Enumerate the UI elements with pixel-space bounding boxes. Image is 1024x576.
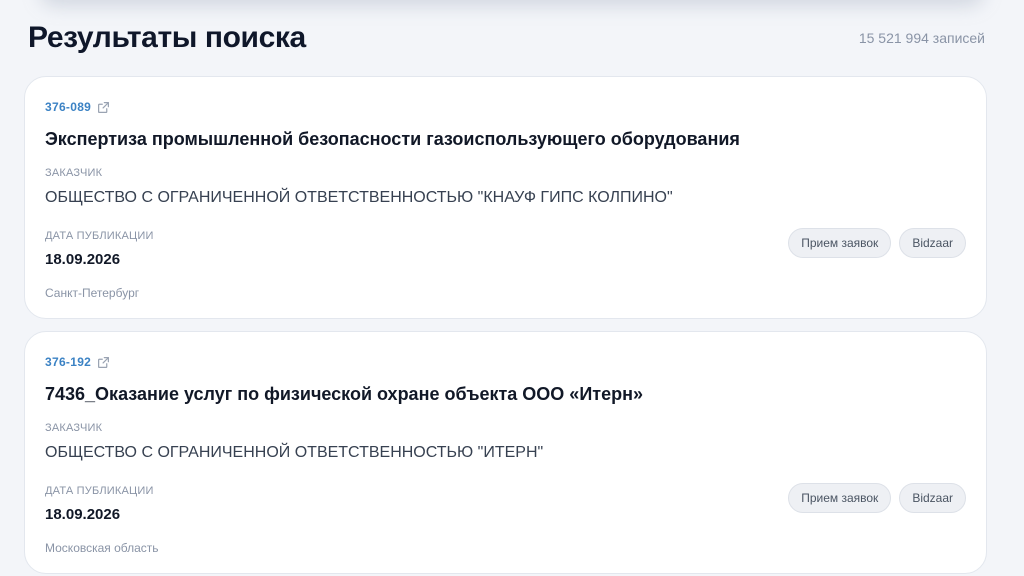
- tender-id[interactable]: 376-192: [45, 355, 91, 369]
- tag-list: Прием заявок Bidzaar: [788, 228, 966, 258]
- region: Московская область: [45, 541, 159, 555]
- publication-date: 18.09.2026: [45, 251, 121, 268]
- results-count: 15 521 994 записей: [858, 30, 985, 46]
- results-header: Результаты поиска 15 521 994 записей: [28, 18, 985, 58]
- external-link-icon[interactable]: [97, 356, 110, 369]
- tender-title[interactable]: Экспертиза промышленной безопасности газ…: [45, 129, 740, 150]
- tag-list: Прием заявок Bidzaar: [788, 483, 966, 513]
- external-link-icon[interactable]: [97, 101, 110, 114]
- tender-id[interactable]: 376-089: [45, 100, 91, 114]
- publication-date-label: ДАТА ПУБЛИКАЦИИ: [45, 230, 154, 242]
- publication-date-label: ДАТА ПУБЛИКАЦИИ: [45, 485, 154, 497]
- platform-tag[interactable]: Bidzaar: [899, 483, 966, 513]
- platform-tag[interactable]: Bidzaar: [899, 228, 966, 258]
- tender-id-link[interactable]: 376-192: [45, 355, 110, 369]
- region: Санкт-Петербург: [45, 286, 140, 300]
- result-card[interactable]: 376-089 Экспертиза промышленной безопасн…: [24, 76, 987, 319]
- customer-name: ОБЩЕСТВО С ОГРАНИЧЕННОЙ ОТВЕТСТВЕННОСТЬЮ…: [45, 444, 544, 461]
- tender-title[interactable]: 7436_Оказание услуг по физической охране…: [45, 384, 643, 405]
- status-tag[interactable]: Прием заявок: [788, 483, 892, 513]
- customer-label: ЗАКАЗЧИК: [45, 422, 103, 434]
- publication-date: 18.09.2026: [45, 506, 121, 523]
- search-results-page: Результаты поиска 15 521 994 записей 376…: [0, 0, 1024, 576]
- customer-label: ЗАКАЗЧИК: [45, 167, 103, 179]
- customer-name: ОБЩЕСТВО С ОГРАНИЧЕННОЙ ОТВЕТСТВЕННОСТЬЮ…: [45, 189, 673, 206]
- page-title: Результаты поиска: [28, 21, 306, 54]
- result-card[interactable]: 376-192 7436_Оказание услуг по физическо…: [24, 331, 987, 574]
- status-tag[interactable]: Прием заявок: [788, 228, 892, 258]
- tender-id-link[interactable]: 376-089: [45, 100, 110, 114]
